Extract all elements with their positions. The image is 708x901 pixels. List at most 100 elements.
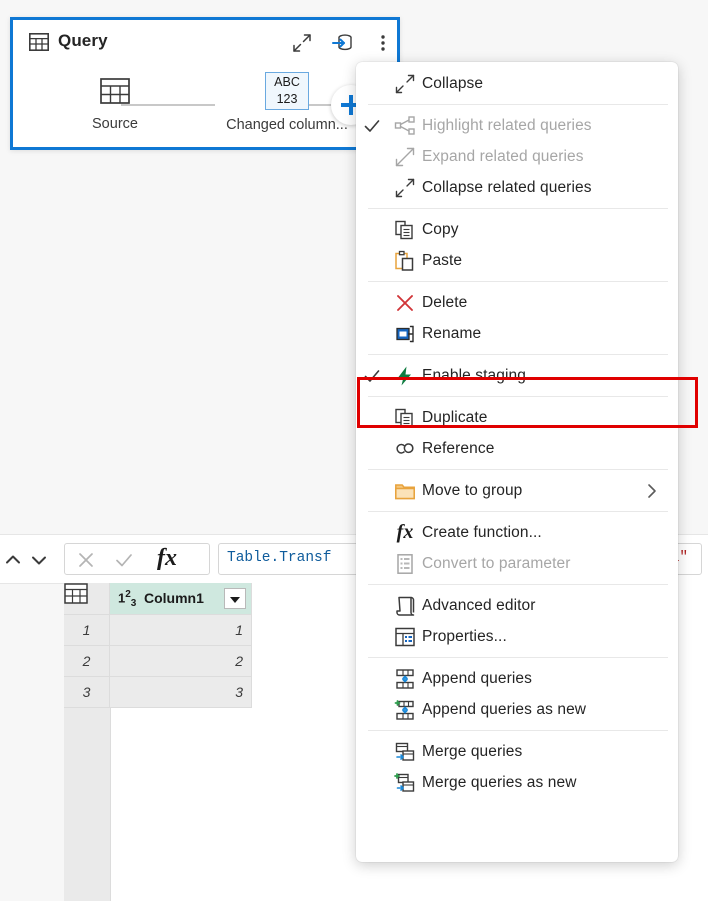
- share-nodes-icon: [388, 115, 422, 137]
- formula-text: Table.Transf: [227, 550, 332, 566]
- column-header-label: Column1: [144, 590, 204, 606]
- cell-value[interactable]: 2: [110, 646, 252, 677]
- menu-separator: [368, 584, 668, 585]
- checkmark-icon[interactable]: [112, 548, 136, 572]
- table-icon: [64, 583, 88, 608]
- delete-x-icon: [388, 292, 422, 314]
- menu-item-label: Advanced editor: [422, 596, 536, 614]
- advanced-editor-icon: [388, 595, 422, 617]
- menu-item-label: Highlight related queries: [422, 116, 592, 134]
- menu-item-label: Enable staging: [422, 366, 526, 384]
- menu-item-enable-staging[interactable]: Enable staging: [356, 360, 678, 391]
- collapse-icon: [388, 73, 422, 95]
- query-card[interactable]: Query Source ABC 123 Changed column...: [10, 17, 400, 150]
- menu-separator: [368, 354, 668, 355]
- row-number: 3: [64, 677, 110, 708]
- menu-item-label: Copy: [422, 220, 459, 238]
- menu-separator: [368, 396, 668, 397]
- reference-link-icon: [388, 438, 422, 460]
- menu-item-label: Expand related queries: [422, 147, 584, 165]
- query-context-menu[interactable]: Collapse Highlight related queries Expand …: [356, 62, 678, 862]
- menu-item-convert-to-parameter: Convert to parameter: [356, 548, 678, 579]
- menu-item-label: Duplicate: [422, 408, 488, 426]
- menu-item-label: Rename: [422, 324, 482, 342]
- menu-item-advanced-editor[interactable]: Advanced editor: [356, 590, 678, 621]
- menu-item-merge-queries[interactable]: Merge queries: [356, 736, 678, 767]
- step-source-label: Source: [92, 116, 138, 132]
- menu-item-properties[interactable]: Properties...: [356, 621, 678, 652]
- menu-item-append-queries[interactable]: Append queries: [356, 663, 678, 694]
- menu-separator: [368, 730, 668, 731]
- merge-queries-new-icon: [388, 772, 422, 794]
- lightning-bolt-icon: [388, 365, 422, 387]
- menu-item-copy[interactable]: Copy: [356, 214, 678, 245]
- menu-item-merge-queries-as-new[interactable]: Merge queries as new: [356, 767, 678, 798]
- formula-controls: fx: [64, 543, 210, 575]
- close-icon[interactable]: [74, 548, 98, 572]
- cell-value[interactable]: 3: [110, 677, 252, 708]
- menu-item-collapse[interactable]: Collapse: [356, 68, 678, 99]
- checkmark-icon: [356, 116, 388, 136]
- copy-icon: [388, 219, 422, 241]
- menu-item-collapse-related-queries[interactable]: Collapse related queries: [356, 172, 678, 203]
- filter-dropdown-icon[interactable]: [224, 588, 246, 609]
- properties-icon: [388, 626, 422, 648]
- table-icon: [100, 78, 130, 108]
- append-queries-icon: [388, 668, 422, 690]
- step-source[interactable]: Source: [67, 78, 163, 132]
- menu-item-move-to-group[interactable]: Move to group: [356, 475, 678, 506]
- menu-item-label: Merge queries as new: [422, 773, 577, 791]
- expand-icon: [388, 146, 422, 168]
- query-steps-row: Source ABC 123 Changed column...: [13, 66, 397, 150]
- row-number: 2: [64, 646, 110, 677]
- menu-separator: [368, 104, 668, 105]
- cell-value[interactable]: 1: [110, 615, 252, 646]
- merge-queries-icon: [388, 741, 422, 763]
- chevron-down-icon[interactable]: [28, 549, 50, 571]
- menu-item-label: Append queries: [422, 669, 532, 687]
- menu-item-label: Merge queries: [422, 742, 523, 760]
- menu-item-duplicate[interactable]: Duplicate: [356, 402, 678, 433]
- menu-item-label: Delete: [422, 293, 468, 311]
- more-options-icon[interactable]: [371, 31, 395, 55]
- menu-item-rename[interactable]: Rename: [356, 318, 678, 349]
- menu-item-label: Append queries as new: [422, 700, 587, 718]
- chevron-right-icon: [642, 481, 662, 506]
- menu-item-label: Properties...: [422, 627, 507, 645]
- grid-corner-header[interactable]: [64, 583, 110, 615]
- menu-separator: [368, 469, 668, 470]
- checkmark-icon: [356, 366, 388, 386]
- table-icon: [29, 33, 49, 51]
- menu-item-append-queries-as-new[interactable]: Append queries as new: [356, 694, 678, 725]
- menu-item-highlight-related-queries: Highlight related queries: [356, 110, 678, 141]
- chevron-up-icon[interactable]: [2, 549, 24, 571]
- menu-item-label: Collapse related queries: [422, 178, 592, 196]
- duplicate-icon: [388, 407, 422, 429]
- fx-icon[interactable]: fx: [157, 545, 177, 572]
- menu-item-label: Move to group: [422, 481, 523, 499]
- menu-item-reference[interactable]: Reference: [356, 433, 678, 464]
- fx-icon: fx: [396, 521, 414, 543]
- menu-item-expand-related-queries: Expand related queries: [356, 141, 678, 172]
- append-queries-new-icon: [388, 699, 422, 721]
- menu-item-create-function[interactable]: fx Create function...: [356, 517, 678, 548]
- abc123-icon-top: ABC: [274, 75, 300, 89]
- menu-item-label: Convert to parameter: [422, 554, 571, 572]
- menu-separator: [368, 208, 668, 209]
- menu-item-delete[interactable]: Delete: [356, 287, 678, 318]
- menu-item-label: Collapse: [422, 74, 484, 92]
- parameter-icon: [388, 553, 422, 575]
- menu-item-label: Paste: [422, 251, 463, 269]
- abc123-icon-bottom: 123: [276, 92, 298, 106]
- collapse-icon[interactable]: [290, 31, 314, 55]
- column-type-badge: 123: [118, 589, 137, 609]
- rename-icon: [388, 323, 422, 345]
- query-card-title: Query: [58, 31, 108, 50]
- menu-item-paste[interactable]: Paste: [356, 245, 678, 276]
- row-number: 1: [64, 615, 110, 646]
- menu-item-label: Reference: [422, 439, 495, 457]
- menu-separator: [368, 281, 668, 282]
- menu-item-label: Create function...: [422, 523, 542, 541]
- staging-database-icon[interactable]: [330, 31, 354, 55]
- column-header-column1[interactable]: 123 Column1: [110, 583, 252, 615]
